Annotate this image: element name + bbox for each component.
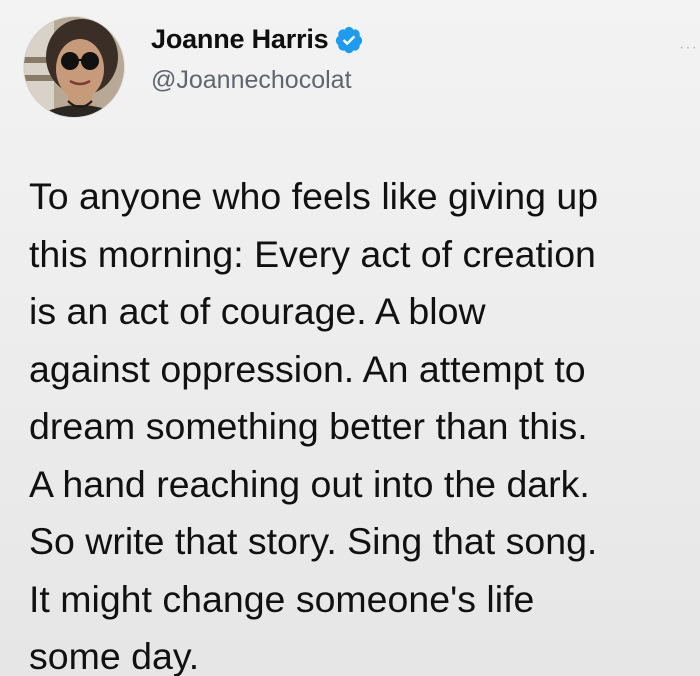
tweet-line: against oppression. An attempt to (29, 347, 586, 390)
author-display-name[interactable]: Joanne Harris (151, 24, 364, 55)
tweet-line: To anyone who feels like giving up (29, 175, 599, 217)
tweet-line: this morning: Every act of creation (29, 232, 596, 275)
verified-badge-icon (336, 26, 363, 53)
tweet-line: A hand reaching out into the dark. (29, 462, 590, 505)
author-handle[interactable]: @Joannechocolat (151, 66, 352, 95)
tweet-line: dream something better than this. (29, 405, 588, 447)
tweet-line: So write that story. Sing that song. (29, 520, 598, 562)
tweet-card: Joanne Harris @Joannechocolat ··· To any… (0, 0, 700, 676)
profile-photo-icon (24, 17, 124, 117)
tweet-line: is an act of courage. A blow (29, 290, 486, 332)
avatar[interactable] (24, 17, 124, 117)
tweet-text: To anyone who feels like giving up this … (29, 168, 694, 676)
more-options-icon[interactable]: ··· (679, 40, 698, 56)
author-name-text: Joanne Harris (151, 24, 329, 54)
tweet-line: It might change someone's life (29, 577, 535, 620)
tweet-line: some day. (29, 635, 200, 676)
